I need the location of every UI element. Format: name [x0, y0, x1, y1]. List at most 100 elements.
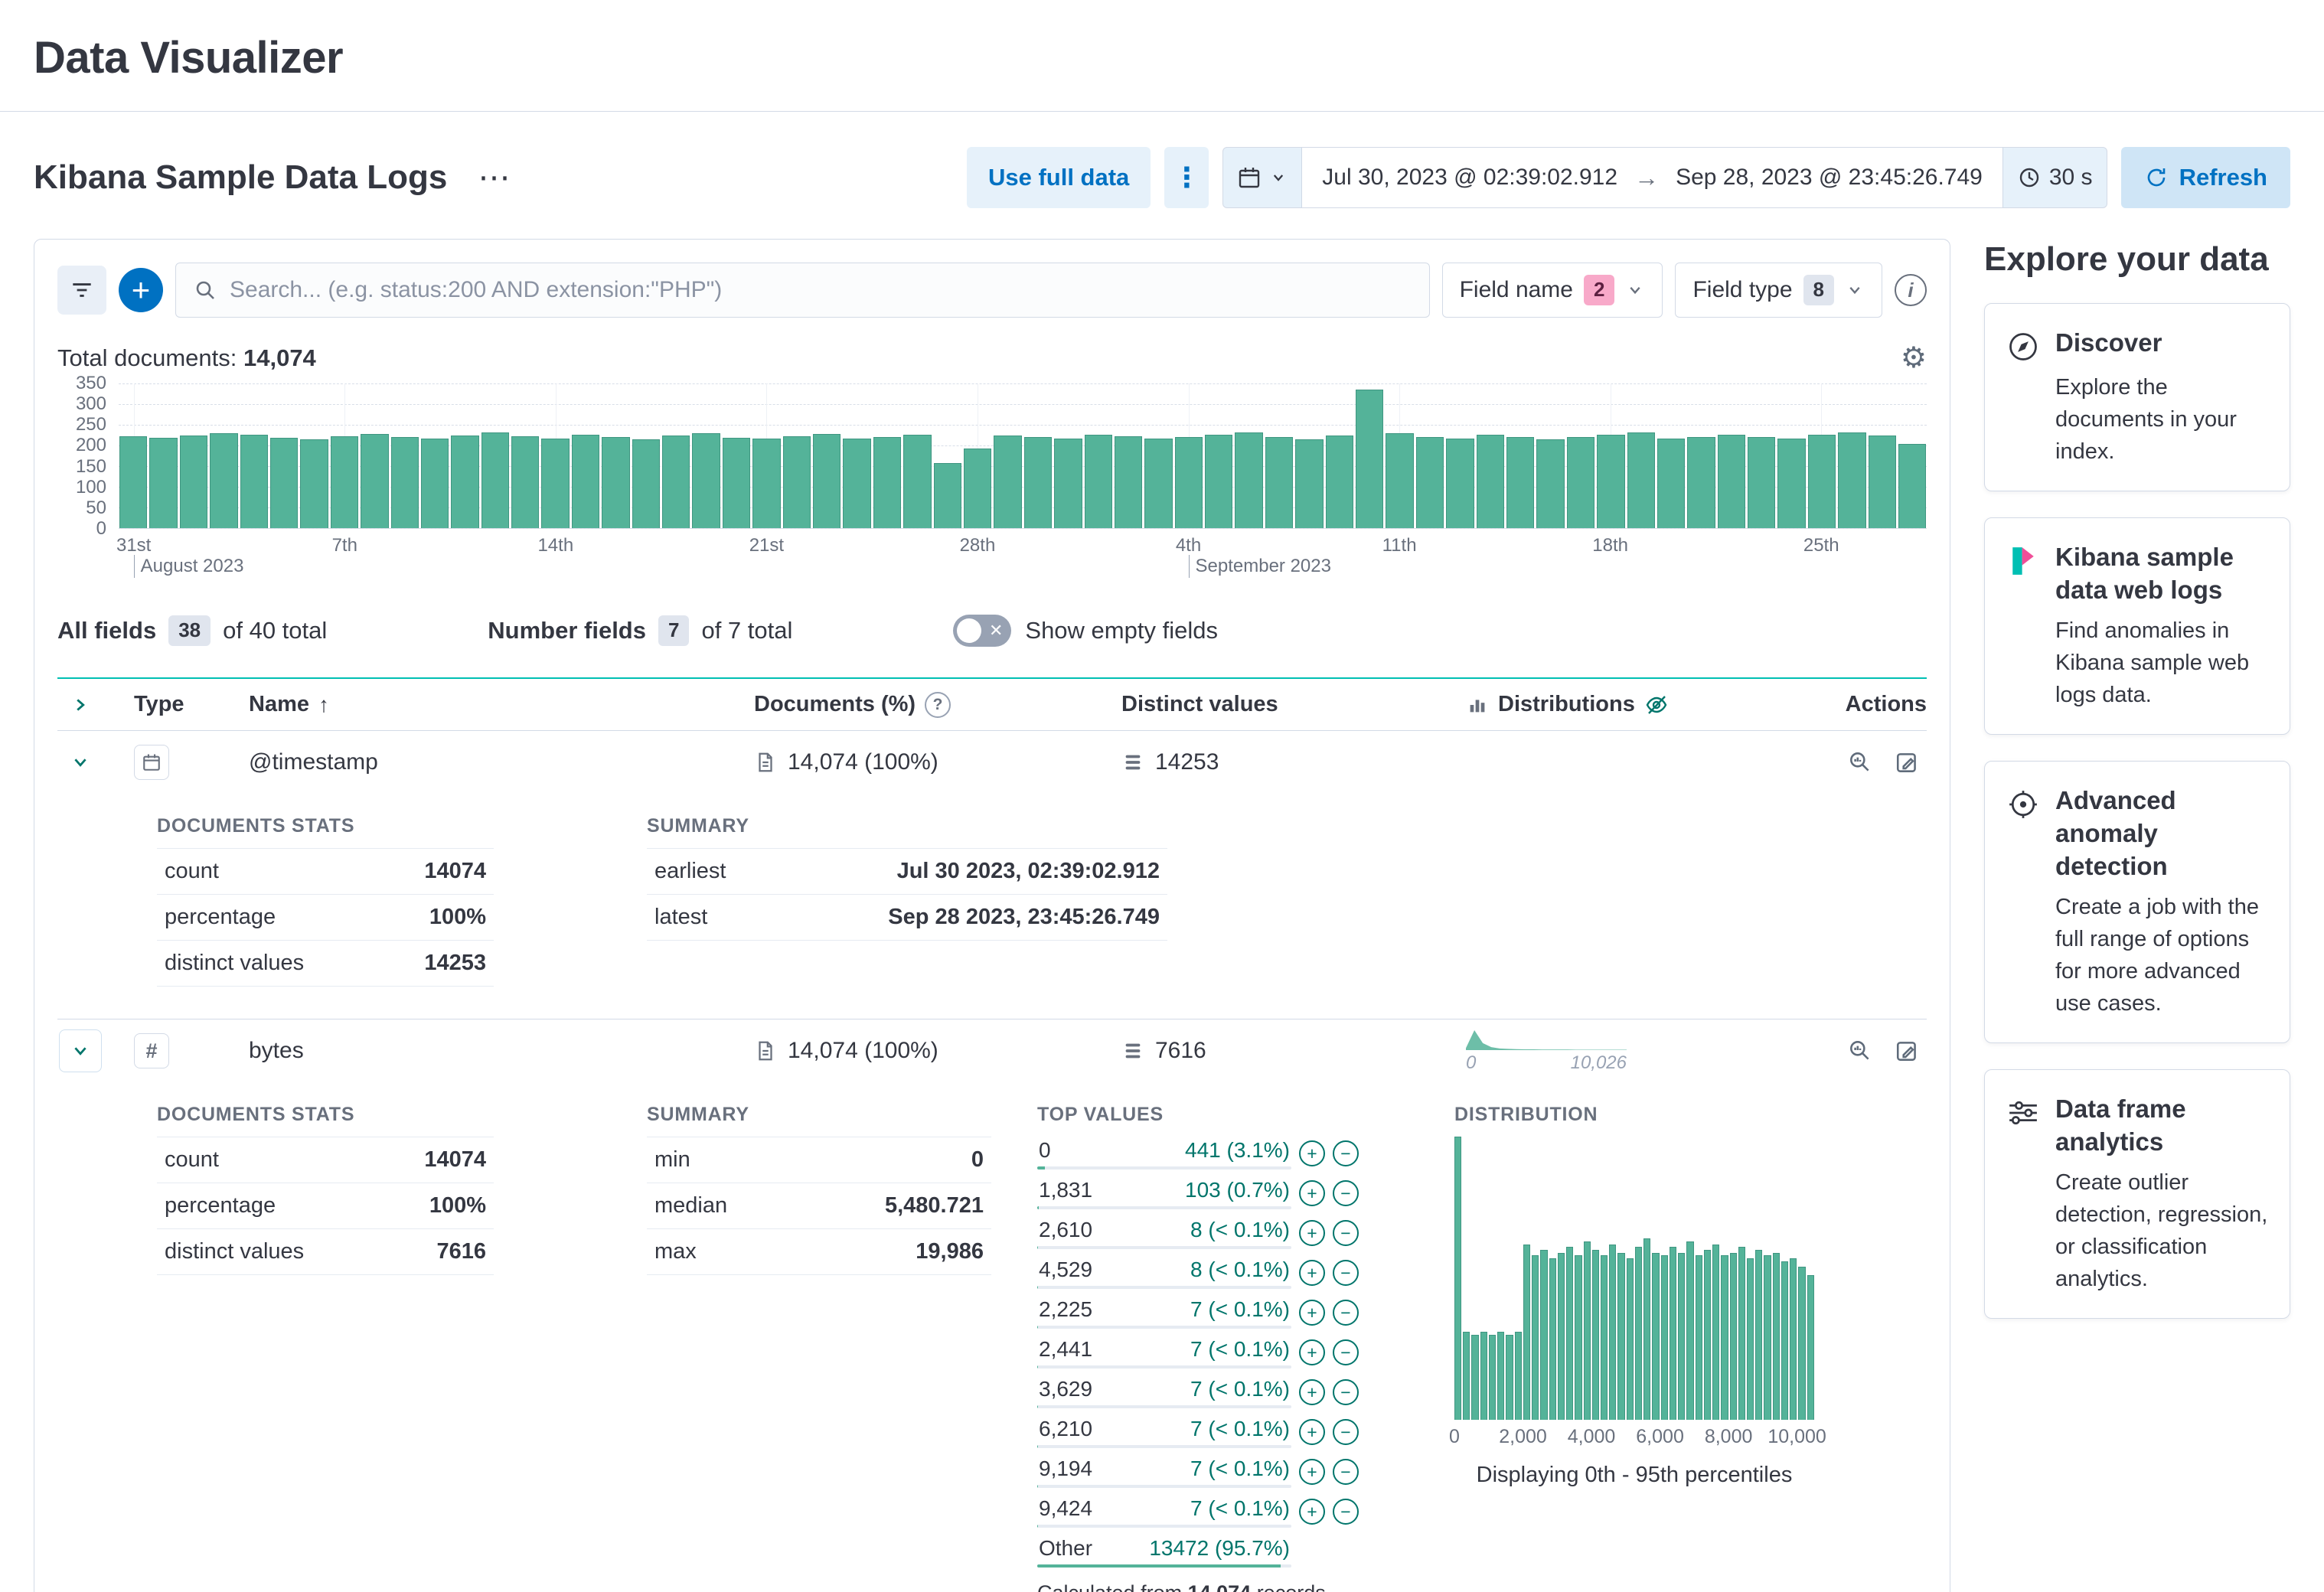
distribution-bar — [1696, 1255, 1702, 1420]
top-value-row: 0441 (3.1%)+− — [1037, 1137, 1454, 1170]
distribution-bar — [1558, 1253, 1565, 1420]
explore-in-lens-icon[interactable] — [1847, 749, 1873, 775]
app-header: Data Visualizer — [0, 0, 2324, 112]
use-full-data-button[interactable]: Use full data — [967, 147, 1151, 208]
sample-web-logs-card[interactable]: Kibana sample data web logs Find anomali… — [1984, 517, 2290, 735]
arrow-right-icon: → — [1634, 164, 1659, 192]
event-rate-bar — [210, 433, 237, 528]
options-button[interactable]: ⋮ — [1164, 147, 1209, 208]
filter-out-value-button[interactable]: − — [1333, 1180, 1359, 1206]
y-tick-label: 50 — [86, 497, 106, 519]
edit-icon[interactable] — [1895, 749, 1921, 775]
filter-for-value-button[interactable]: + — [1299, 1499, 1325, 1525]
stat-row: count14074 — [157, 849, 494, 895]
collapse-row-button[interactable] — [59, 741, 102, 784]
x-tick-label: 14th — [537, 535, 573, 556]
card-title[interactable]: Data frame analytics — [2055, 1093, 2268, 1159]
close-icon: ✕ — [989, 622, 1003, 639]
eye-slash-icon[interactable] — [1644, 693, 1669, 717]
date-start[interactable]: Jul 30, 2023 @ 02:39:02.912 — [1322, 165, 1617, 191]
filter-out-value-button[interactable]: − — [1333, 1260, 1359, 1286]
event-rate-bar — [572, 435, 599, 528]
card-title[interactable]: Advanced anomaly detection — [2055, 785, 2268, 883]
card-title[interactable]: Kibana sample data web logs — [2055, 541, 2268, 607]
show-empty-fields-toggle[interactable]: ✕ — [953, 615, 1011, 647]
chart-settings-button[interactable]: ⚙ — [1901, 344, 1927, 373]
filter-out-value-button[interactable]: − — [1333, 1419, 1359, 1445]
filter-out-value-button[interactable]: − — [1333, 1379, 1359, 1405]
data-frame-analytics-card[interactable]: Data frame analytics Create outlier dete… — [1984, 1069, 2290, 1319]
header-name[interactable]: Name ↑ — [249, 692, 754, 717]
event-rate-bar — [1446, 439, 1474, 528]
info-button[interactable]: i — [1895, 274, 1927, 306]
anomaly-detection-card[interactable]: Advanced anomaly detection Create a job … — [1984, 761, 2290, 1043]
event-rate-chart: 350300250200150100500 31stAugust 20237th… — [57, 383, 1927, 584]
top-value-bar — [1037, 1405, 1291, 1408]
number-fields-label: Number fields — [488, 617, 646, 644]
chevron-down-icon — [1269, 168, 1288, 187]
filter-for-value-button[interactable]: + — [1299, 1180, 1325, 1206]
timestamp-expanded-details: DOCUMENTS STATS count14074percentage100%… — [57, 794, 1927, 1019]
x-tick-label: 4th — [1176, 535, 1201, 556]
collapse-row-button[interactable] — [59, 1029, 102, 1072]
distribution-bar — [1523, 1245, 1530, 1420]
table-row[interactable]: @timestamp 14,074 (100%) 14253 — [57, 731, 1927, 794]
more-options-button[interactable]: ⋯ — [478, 161, 511, 194]
top-value-bar — [1037, 1326, 1291, 1329]
filter-out-value-button[interactable]: − — [1333, 1140, 1359, 1166]
all-fields-count-badge: 38 — [168, 615, 211, 645]
date-quick-select-button[interactable] — [1223, 148, 1302, 207]
filter-out-value-button[interactable]: − — [1333, 1220, 1359, 1246]
filter-for-value-button[interactable]: + — [1299, 1260, 1325, 1286]
top-value-row: 1,831103 (0.7%)+− — [1037, 1176, 1454, 1209]
filter-for-value-button[interactable]: + — [1299, 1300, 1325, 1326]
field-type-filter[interactable]: Field type 8 — [1675, 263, 1882, 318]
top-values-list: 0441 (3.1%)+− 1,831103 (0.7%)+− 2,6108 (< … — [1037, 1137, 1454, 1568]
distribution-bar — [1454, 1137, 1461, 1420]
search-input[interactable] — [230, 277, 1412, 303]
stack-icon — [1121, 1039, 1144, 1062]
summary-table: earliestJul 30 2023, 02:39:02.912latestS… — [647, 848, 1167, 941]
filter-for-value-button[interactable]: + — [1299, 1419, 1325, 1445]
top-value-label: 6,210 — [1039, 1417, 1092, 1441]
header-type[interactable]: Type — [134, 692, 249, 717]
event-rate-plot — [119, 383, 1927, 529]
filter-out-value-button[interactable]: − — [1333, 1339, 1359, 1365]
header-distinct-values[interactable]: Distinct values — [1121, 692, 1466, 717]
event-rate-bar — [1235, 432, 1262, 528]
data-frame-analytics-icon — [2006, 1093, 2049, 1159]
filter-for-value-button[interactable]: + — [1299, 1140, 1325, 1166]
refresh-button[interactable]: Refresh — [2121, 147, 2290, 208]
filter-out-value-button[interactable]: − — [1333, 1459, 1359, 1485]
top-value-bar — [1037, 1485, 1291, 1488]
filter-out-value-button[interactable]: − — [1333, 1499, 1359, 1525]
discover-card[interactable]: Discover Explore the documents in your i… — [1984, 303, 2290, 491]
field-name-filter[interactable]: Field name 2 — [1442, 263, 1663, 318]
filter-out-value-button[interactable]: − — [1333, 1300, 1359, 1326]
filter-for-value-button[interactable]: + — [1299, 1339, 1325, 1365]
card-description: Create outlier detection, regression, or… — [2055, 1166, 2268, 1295]
date-end[interactable]: Sep 28, 2023 @ 23:45:26.749 — [1676, 165, 1983, 191]
distribution-bar — [1515, 1332, 1522, 1420]
expand-details-header-button[interactable] — [59, 683, 102, 726]
document-icon — [754, 751, 777, 774]
event-rate-bar — [541, 439, 569, 528]
add-filter-button[interactable]: + — [119, 268, 163, 312]
event-rate-bar — [1898, 444, 1926, 528]
top-value-row: 2,2257 (< 0.1%)+− — [1037, 1296, 1454, 1329]
event-rate-bar — [240, 435, 268, 528]
header-documents[interactable]: Documents (%) ? — [754, 692, 1121, 718]
refresh-icon — [2144, 165, 2169, 190]
explore-in-lens-icon[interactable] — [1847, 1038, 1873, 1064]
filter-button[interactable] — [57, 266, 106, 315]
refresh-interval-button[interactable]: 30 s — [2002, 148, 2107, 207]
edit-icon[interactable] — [1895, 1038, 1921, 1064]
top-value-row: 2,6108 (< 0.1%)+− — [1037, 1216, 1454, 1249]
filter-for-value-button[interactable]: + — [1299, 1459, 1325, 1485]
filter-for-value-button[interactable]: + — [1299, 1220, 1325, 1246]
filter-for-value-button[interactable]: + — [1299, 1379, 1325, 1405]
distribution-bar — [1532, 1255, 1539, 1420]
index-title: Kibana Sample Data Logs — [34, 158, 447, 197]
table-row[interactable]: # bytes 14,074 (100%) 7616 0 10,026 — [57, 1019, 1927, 1082]
card-title[interactable]: Discover — [2055, 327, 2268, 364]
